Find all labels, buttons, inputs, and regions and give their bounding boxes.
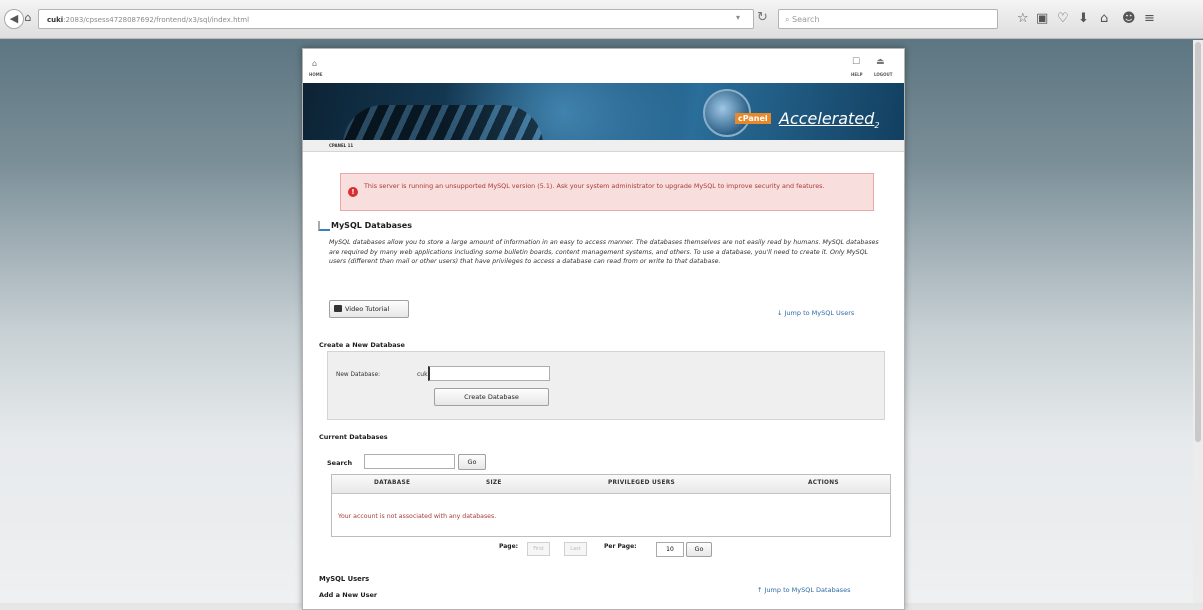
last-page-button[interactable]: Last — [564, 542, 587, 556]
url-path: :2083/cpsess4728087692/frontend/x3/sql/i… — [63, 16, 250, 24]
add-user-heading: Add a New User — [319, 591, 378, 599]
logo-subscript: 2 — [874, 121, 880, 131]
empty-table-message: Your account is not associated with any … — [338, 513, 497, 520]
site-info-icon[interactable]: ⌂ — [22, 9, 34, 27]
search-bar-placeholder: Search — [792, 15, 820, 24]
home-icon[interactable]: ⌂ — [1100, 11, 1108, 26]
search-icon: ⌕ — [785, 15, 793, 24]
mysql-users-heading: MySQL Users — [319, 575, 370, 583]
banner-cables-graphic — [343, 105, 543, 140]
databases-table: Database Size Privileged Users Actions Y… — [331, 474, 891, 537]
search-bar[interactable]: ⌕ Search — [778, 9, 998, 29]
download-icon[interactable]: ⬇ — [1078, 11, 1089, 26]
section-description: MySQL databases allow you to store a lar… — [329, 239, 879, 265]
cpanel-logo-brand: cPanel — [735, 113, 771, 124]
new-database-label: New Database: — [336, 372, 381, 378]
database-search-input[interactable] — [364, 454, 455, 469]
star-icon[interactable]: ☆ — [1017, 11, 1029, 26]
cpanel-banner: cPanel Accelerated2 — [303, 83, 904, 140]
table-header: Database Size Privileged Users Actions — [332, 475, 890, 494]
help-icon[interactable]: ☐ — [852, 57, 860, 67]
per-page-go-button[interactable]: Go — [686, 542, 712, 557]
new-database-input[interactable] — [428, 366, 550, 381]
reload-icon[interactable]: ↻ — [757, 10, 768, 25]
jump-to-users-link[interactable]: ↓ Jump to MySQL Users — [777, 309, 854, 317]
per-page-label: Per Page: — [604, 543, 637, 550]
jump-to-databases-link[interactable]: ↑ Jump to MySQL Databases — [757, 586, 850, 594]
url-dropdown-icon[interactable]: ▾ — [736, 13, 740, 22]
error-icon: ! — [348, 187, 358, 197]
url-bar[interactable]: cuki:2083/cpsess4728087692/frontend/x3/s… — [38, 9, 754, 29]
cpanel-window: ⌂ HOME ☐ ⏏ HELP LOGOUT cPanel Accelerate… — [302, 48, 905, 610]
url-host: cuki — [47, 16, 64, 24]
cpanel-topbar: ⌂ HOME ☐ ⏏ HELP LOGOUT — [303, 49, 904, 84]
alert-text: This server is running an unsupported My… — [364, 182, 825, 190]
database-icon — [318, 221, 330, 231]
help-link[interactable]: HELP — [851, 72, 863, 77]
breadcrumb[interactable]: CPANEL 11 — [303, 140, 904, 152]
reader-icon[interactable]: ▣ — [1036, 11, 1048, 26]
logo-accelerated-text: Accelerated — [779, 109, 875, 128]
video-camera-icon — [334, 305, 342, 312]
video-tutorial-button[interactable]: Video Tutorial — [329, 300, 409, 318]
home-link[interactable]: HOME — [309, 72, 322, 77]
current-databases-heading: Current Databases — [319, 433, 388, 441]
video-tutorial-label: Video Tutorial — [345, 305, 390, 313]
home-icon[interactable]: ⌂ — [312, 59, 317, 68]
menu-icon[interactable]: ≡ — [1144, 11, 1155, 26]
search-label: Search — [327, 459, 353, 467]
back-button[interactable]: ◀ — [4, 9, 24, 29]
page-title-text: MySQL Databases — [331, 221, 412, 230]
create-database-heading: Create a New Database — [319, 341, 405, 349]
column-size[interactable]: Size — [486, 480, 502, 486]
logout-icon[interactable]: ⏏ — [876, 57, 885, 67]
per-page-input[interactable]: 10 — [656, 542, 684, 557]
browser-toolbar: ◀ ⌂ cuki:2083/cpsess4728087692/frontend/… — [0, 0, 1203, 39]
unsupported-version-alert: ! This server is running an unsupported … — [340, 173, 874, 211]
smiley-icon[interactable]: ☻ — [1122, 11, 1136, 26]
search-go-button[interactable]: Go — [458, 454, 486, 470]
column-privileged-users[interactable]: Privileged Users — [608, 480, 675, 486]
pocket-icon[interactable]: ♡ — [1057, 11, 1069, 26]
logout-link[interactable]: LOGOUT — [874, 72, 892, 77]
scrollbar-thumb[interactable] — [1195, 42, 1201, 442]
column-database[interactable]: Database — [374, 480, 410, 486]
first-page-button[interactable]: First — [527, 542, 550, 556]
page-title: MySQL Databases — [318, 221, 412, 231]
page-label: Page: — [499, 543, 519, 550]
cpanel-logo-accelerated: Accelerated2 — [779, 109, 879, 130]
column-actions: Actions — [808, 480, 839, 486]
create-database-panel: New Database: cuki_ Create Database — [327, 351, 885, 420]
create-database-button[interactable]: Create Database — [434, 388, 549, 406]
